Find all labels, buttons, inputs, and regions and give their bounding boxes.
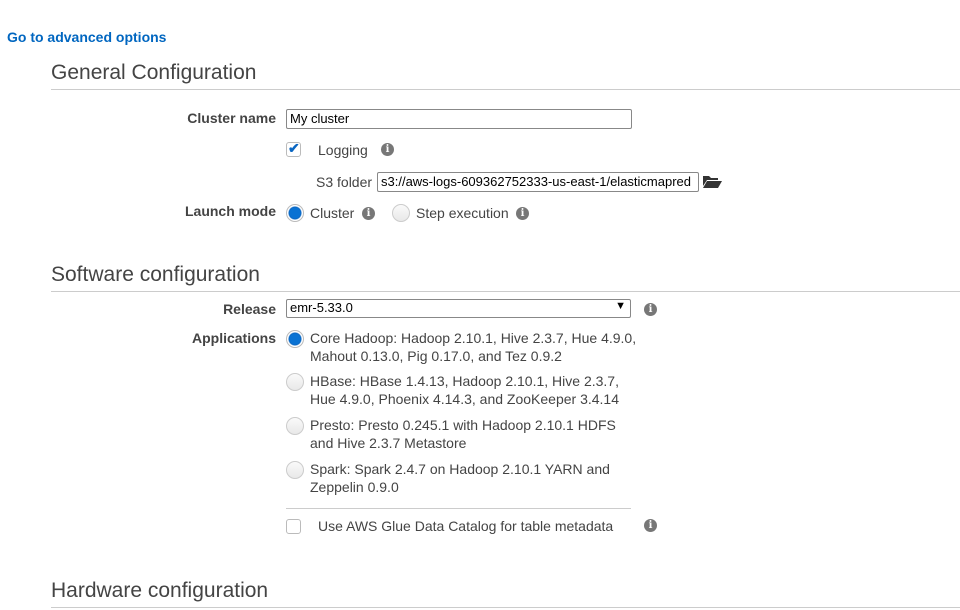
application-option-hbase: HBase: HBase 1.4.13, Hadoop 2.10.1, Hive… (310, 372, 640, 408)
application-radio-spark[interactable] (286, 461, 304, 479)
applications-label: Applications (191, 330, 276, 346)
option-line: and Hive 2.3.7 Metastore (310, 435, 467, 451)
application-radio-presto[interactable] (286, 417, 304, 435)
option-line: Presto: Presto 0.245.1 with Hadoop 2.10.… (310, 417, 616, 433)
glue-catalog-label: Use AWS Glue Data Catalog for table meta… (318, 518, 614, 534)
release-label: Release (223, 301, 276, 317)
launch-mode-step-radio[interactable] (392, 204, 410, 222)
info-icon[interactable]: i (644, 519, 657, 532)
application-radio-core-hadoop[interactable] (286, 330, 304, 348)
s3-folder-input[interactable]: s3://aws-logs-609362752333-us-east-1/ela… (377, 172, 699, 192)
general-configuration-heading: General Configuration (51, 60, 960, 90)
folder-open-icon[interactable] (703, 174, 722, 188)
release-value: emr-5.33.0 (290, 300, 353, 315)
info-icon[interactable]: i (362, 207, 375, 220)
checkmark-icon: ✔ (288, 140, 300, 156)
option-line: Zeppelin 0.9.0 (310, 479, 399, 495)
info-icon[interactable]: i (381, 143, 394, 156)
hardware-configuration-heading: Hardware configuration (51, 578, 960, 608)
info-icon[interactable]: i (516, 207, 529, 220)
cluster-name-input[interactable]: My cluster (286, 109, 632, 129)
option-line: Mahout 0.13.0, Pig 0.17.0, and Tez 0.9.2 (310, 348, 562, 364)
application-option-presto: Presto: Presto 0.245.1 with Hadoop 2.10.… (310, 416, 640, 452)
release-select[interactable]: emr-5.33.0 ▼ (286, 299, 631, 318)
divider (286, 508, 631, 509)
glue-catalog-checkbox[interactable] (286, 519, 301, 534)
s3-folder-label: S3 folder (316, 174, 373, 190)
go-to-advanced-options-link[interactable]: Go to advanced options (7, 29, 166, 45)
launch-mode-label: Launch mode (184, 203, 276, 219)
logging-checkbox[interactable]: ✔ (286, 140, 301, 157)
application-radio-hbase[interactable] (286, 373, 304, 391)
option-line: Core Hadoop: Hadoop 2.10.1, Hive 2.3.7, … (310, 330, 637, 346)
software-configuration-heading: Software configuration (51, 262, 960, 292)
option-line: Hue 4.9.0, Phoenix 4.14.3, and ZooKeeper… (310, 391, 620, 407)
launch-mode-step-label: Step execution (416, 205, 509, 221)
chevron-down-icon: ▼ (615, 300, 626, 312)
option-line: Spark: Spark 2.4.7 on Hadoop 2.10.1 YARN… (310, 461, 610, 477)
logging-label: Logging (318, 142, 368, 158)
application-option-spark: Spark: Spark 2.4.7 on Hadoop 2.10.1 YARN… (310, 460, 640, 496)
option-line: HBase: HBase 1.4.13, Hadoop 2.10.1, Hive… (310, 373, 619, 389)
launch-mode-cluster-radio[interactable] (286, 204, 304, 222)
info-icon[interactable]: i (644, 303, 657, 316)
launch-mode-cluster-label: Cluster (310, 205, 355, 221)
cluster-name-label: Cluster name (187, 110, 276, 126)
application-option-core-hadoop: Core Hadoop: Hadoop 2.10.1, Hive 2.3.7, … (310, 329, 640, 365)
